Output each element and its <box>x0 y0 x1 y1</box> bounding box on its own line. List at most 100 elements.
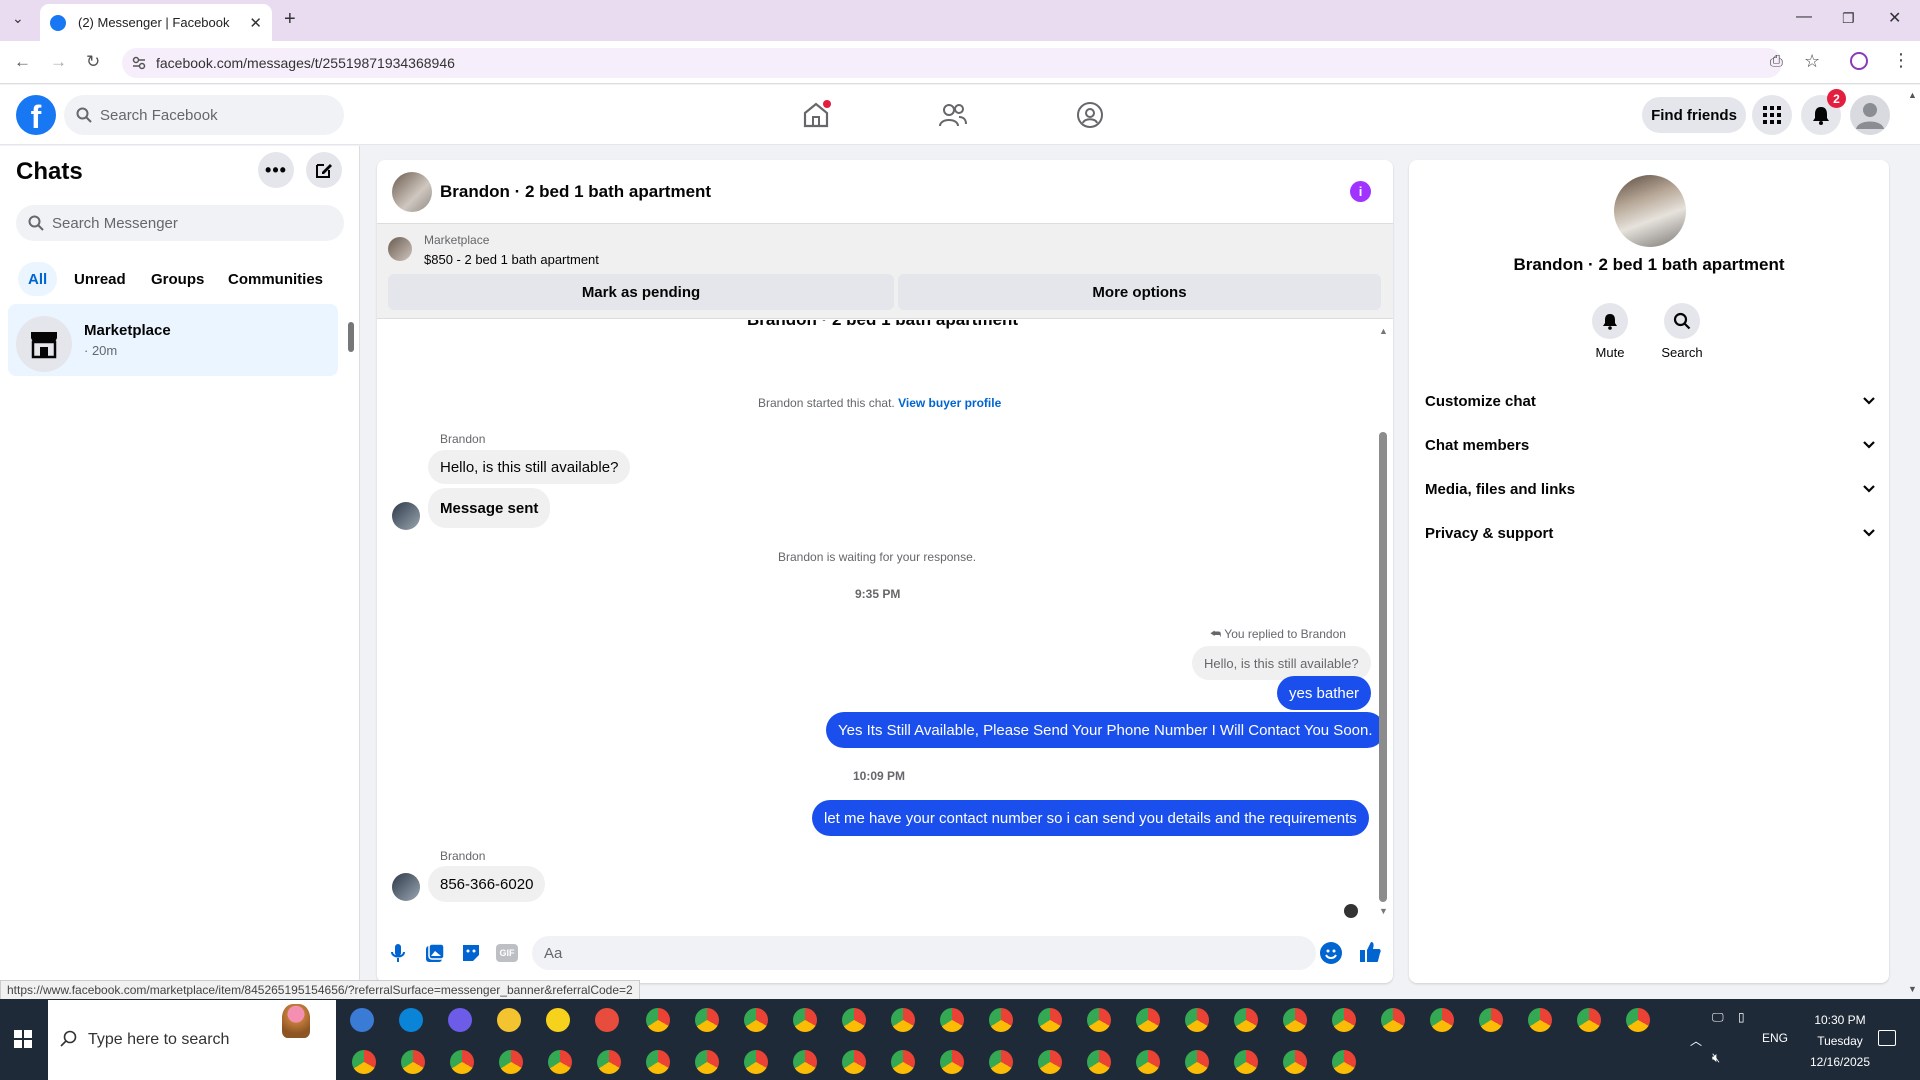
chrome-profile-icon[interactable] <box>1087 1008 1111 1032</box>
chrome-profile-icon[interactable] <box>646 1050 670 1074</box>
address-bar[interactable]: facebook.com/messages/t/2551987193436894… <box>122 48 1782 78</box>
taskbar-app-icon[interactable] <box>399 1008 423 1032</box>
chrome-profile-icon[interactable] <box>1381 1008 1405 1032</box>
forward-icon[interactable]: → <box>50 52 67 72</box>
chrome-profile-icon[interactable] <box>1577 1008 1601 1032</box>
messenger-search-input[interactable]: Search Messenger <box>16 205 344 241</box>
filter-all[interactable]: All <box>18 262 58 296</box>
chrome-profile-icon[interactable] <box>1332 1008 1356 1032</box>
tray-chevron-icon[interactable]: ︿ <box>1690 1032 1702 1049</box>
bookmark-star-icon[interactable]: ☆ <box>1804 51 1820 72</box>
new-tab-icon[interactable]: + <box>284 8 296 31</box>
conversation-avatar[interactable] <box>392 172 432 212</box>
close-window-icon[interactable]: ✕ <box>1888 8 1901 28</box>
chrome-profile-icon[interactable] <box>989 1050 1013 1074</box>
filter-unread[interactable]: Unread <box>64 262 136 296</box>
outgoing-message[interactable]: yes bather <box>1277 676 1372 710</box>
reload-icon[interactable]: ↻ <box>86 52 100 72</box>
details-avatar[interactable] <box>1614 175 1686 247</box>
emoji-icon[interactable] <box>1320 942 1342 964</box>
find-friends-button[interactable]: Find friends <box>1642 97 1746 133</box>
chrome-profile-icon[interactable] <box>793 1050 817 1074</box>
chrome-profile-icon[interactable] <box>744 1008 768 1032</box>
gif-icon[interactable]: GIF <box>496 944 518 962</box>
filter-communities[interactable]: Communities <box>218 262 333 296</box>
taskbar-app-icon[interactable] <box>546 1008 570 1032</box>
clock[interactable]: 10:30 PM Tuesday 12/16/2025 <box>1800 1010 1880 1073</box>
page-scroll-up-icon[interactable]: ▲ <box>1908 90 1917 100</box>
chrome-profile-icon[interactable] <box>1087 1050 1111 1074</box>
brandon-avatar[interactable] <box>392 502 420 530</box>
taskbar-app-icon[interactable] <box>595 1008 619 1032</box>
conversation-title[interactable]: Brandon · 2 bed 1 bath apartment <box>440 182 711 202</box>
groups-icon[interactable] <box>1075 100 1105 130</box>
minimize-icon[interactable]: — <box>1796 8 1812 26</box>
incoming-message[interactable]: 856-366-6020 <box>428 866 546 902</box>
banner-item[interactable]: $850 - 2 bed 1 bath apartment <box>424 252 599 267</box>
chrome-profile-icon[interactable] <box>1185 1008 1209 1032</box>
page-scroll-down-icon[interactable]: ▼ <box>1908 984 1917 994</box>
privacy-support-section[interactable]: Privacy & support <box>1424 515 1876 551</box>
install-app-icon[interactable]: ⎙ <box>1770 53 1783 71</box>
chrome-profile-icon[interactable] <box>1430 1008 1454 1032</box>
chrome-profile-icon[interactable] <box>891 1008 915 1032</box>
speaker-muted-icon[interactable]: 🔇︎ <box>1712 1050 1720 1066</box>
message-input[interactable]: Aa <box>532 936 1316 970</box>
chrome-profile-icon[interactable] <box>1234 1050 1258 1074</box>
menu-grid-button[interactable] <box>1752 95 1792 135</box>
chrome-profile-icon[interactable] <box>1528 1008 1552 1032</box>
site-info-icon[interactable] <box>132 56 146 70</box>
chrome-profile-icon[interactable] <box>940 1008 964 1032</box>
chrome-profile-icon[interactable] <box>1234 1008 1258 1032</box>
microphone-icon[interactable] <box>388 942 408 964</box>
chrome-profile-icon[interactable] <box>597 1050 621 1074</box>
chrome-profile-icon[interactable] <box>646 1008 670 1032</box>
chat-members-section[interactable]: Chat members <box>1424 427 1876 463</box>
chrome-profile-icon[interactable] <box>548 1050 572 1074</box>
chrome-profile-icon[interactable] <box>695 1008 719 1032</box>
customize-chat-section[interactable]: Customize chat <box>1424 383 1876 419</box>
chrome-profile-icon[interactable] <box>401 1050 425 1074</box>
sidebar-scrollbar[interactable] <box>348 306 354 364</box>
mark-as-pending-button[interactable]: Mark as pending <box>388 274 894 310</box>
chrome-profile-icon[interactable] <box>1136 1050 1160 1074</box>
friends-icon[interactable] <box>938 100 968 130</box>
chrome-profile-icon[interactable] <box>1283 1008 1307 1032</box>
device-icon[interactable]: ▯ <box>1738 1010 1745 1024</box>
incoming-message[interactable]: Hello, is this still available? <box>428 450 631 484</box>
thumbs-up-icon[interactable] <box>1358 940 1382 964</box>
taskbar-app-icon[interactable] <box>350 1008 374 1032</box>
search-in-conversation-button[interactable] <box>1664 303 1700 339</box>
listing-thumbnail[interactable] <box>388 237 412 261</box>
network-icon[interactable]: 🖵 <box>1712 1010 1724 1025</box>
outgoing-message[interactable]: let me have your contact number so i can… <box>812 800 1369 836</box>
chrome-profile-icon[interactable] <box>842 1050 866 1074</box>
brandon-avatar[interactable] <box>392 873 420 901</box>
chrome-profile-icon[interactable] <box>1038 1008 1062 1032</box>
taskbar-app-icon[interactable] <box>497 1008 521 1032</box>
back-icon[interactable]: ← <box>14 52 31 72</box>
new-message-button[interactable] <box>306 152 342 188</box>
chrome-profile-icon[interactable] <box>1038 1050 1062 1074</box>
chrome-profile-icon[interactable] <box>891 1050 915 1074</box>
facebook-search-input[interactable]: Search Facebook <box>64 95 344 135</box>
restore-icon[interactable]: ❐ <box>1842 10 1855 27</box>
filter-groups[interactable]: Groups <box>141 262 214 296</box>
chrome-profile-icon[interactable] <box>499 1050 523 1074</box>
media-files-links-section[interactable]: Media, files and links <box>1424 471 1876 507</box>
chrome-profile-icon[interactable] <box>793 1008 817 1032</box>
chrome-profile-icon[interactable] <box>352 1050 376 1074</box>
chrome-profile-icon[interactable] <box>1479 1008 1503 1032</box>
close-tab-icon[interactable]: ✕ <box>249 14 262 32</box>
facebook-logo[interactable]: f <box>16 95 56 135</box>
sticker-icon[interactable] <box>460 942 482 964</box>
mute-button[interactable] <box>1592 303 1628 339</box>
language-indicator[interactable]: ENG <box>1762 1031 1788 1045</box>
more-options-button[interactable]: More options <box>898 274 1381 310</box>
chat-options-button[interactable]: ••• <box>258 152 294 188</box>
account-avatar[interactable] <box>1850 95 1890 135</box>
outgoing-message[interactable]: Yes Its Still Available, Please Send You… <box>826 712 1385 748</box>
chrome-profile-icon[interactable] <box>450 1050 474 1074</box>
chrome-profile-icon[interactable] <box>1626 1008 1650 1032</box>
view-buyer-profile-link[interactable]: View buyer profile <box>898 396 1001 410</box>
